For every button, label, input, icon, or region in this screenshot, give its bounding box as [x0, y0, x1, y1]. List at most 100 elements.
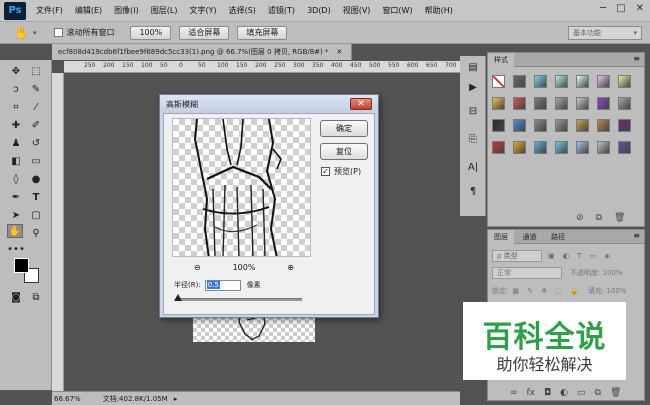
- crop-tool-icon[interactable]: ⌗: [8, 100, 24, 114]
- character-panel-icon[interactable]: A|: [465, 160, 481, 174]
- more-tools-icon[interactable]: •••: [7, 242, 25, 256]
- menu-select[interactable]: 选择(S): [229, 5, 256, 16]
- menu-help[interactable]: 帮助(H): [425, 5, 453, 16]
- lock-icons[interactable]: ▦ ✎ ✥ ⬚ 🔒: [512, 287, 582, 295]
- menu-file[interactable]: 文件(F): [36, 5, 63, 16]
- path-select-tool-icon[interactable]: ➤: [8, 208, 24, 222]
- blend-mode-select[interactable]: 正常: [492, 267, 562, 279]
- blur-tool-icon[interactable]: ◊: [8, 172, 24, 186]
- brush-tool-icon[interactable]: ✐: [28, 118, 44, 132]
- close-window-button[interactable]: ✕: [636, 3, 644, 14]
- dodge-tool-icon[interactable]: ●: [28, 172, 44, 186]
- style-swatch[interactable]: [576, 75, 589, 88]
- maximize-button[interactable]: □: [616, 3, 625, 14]
- style-swatch[interactable]: [618, 75, 631, 88]
- style-swatch[interactable]: [513, 141, 526, 154]
- fx-icon[interactable]: fx: [527, 388, 536, 398]
- fill-field[interactable]: 填充: 100%: [588, 286, 627, 296]
- new-style-icon[interactable]: ⧉: [596, 213, 602, 223]
- ok-button[interactable]: 确定: [320, 120, 368, 137]
- tab-layers[interactable]: 图层: [488, 230, 514, 244]
- eraser-tool-icon[interactable]: ◧: [8, 154, 24, 168]
- shape-tool-icon[interactable]: ▢: [28, 208, 44, 222]
- zoom-100-button[interactable]: 100%: [130, 25, 172, 40]
- style-swatch[interactable]: [534, 141, 547, 154]
- style-swatch[interactable]: [534, 75, 547, 88]
- new-layer-icon[interactable]: ⧉: [595, 388, 601, 398]
- menu-image[interactable]: 图像(I): [114, 5, 139, 16]
- minimize-button[interactable]: ─: [600, 3, 606, 14]
- style-swatch[interactable]: [576, 97, 589, 110]
- healing-brush-icon[interactable]: ✚: [8, 118, 24, 132]
- menu-layer[interactable]: 图层(L): [151, 5, 178, 16]
- history-brush-icon[interactable]: ↺: [28, 136, 44, 150]
- zoom-tool-icon[interactable]: ⚲: [28, 226, 44, 240]
- menu-filter[interactable]: 滤镜(T): [268, 5, 295, 16]
- menu-3d[interactable]: 3D(D): [307, 6, 331, 15]
- properties-panel-icon[interactable]: ⊟: [465, 104, 481, 118]
- new-group-icon[interactable]: ▭: [577, 388, 586, 398]
- dialog-close-button[interactable]: ✕: [350, 98, 372, 110]
- tab-paths[interactable]: 路径: [545, 231, 571, 243]
- menu-edit[interactable]: 编辑(E): [75, 5, 102, 16]
- pen-tool-icon[interactable]: ✒: [8, 190, 24, 204]
- style-swatch[interactable]: [513, 75, 526, 88]
- menu-type[interactable]: 文字(Y): [189, 5, 216, 16]
- workspace-select[interactable]: 基本功能 ▾: [568, 26, 642, 40]
- opacity-field[interactable]: 不透明度: 100%: [570, 268, 623, 278]
- style-swatch[interactable]: [618, 141, 631, 154]
- marquee-tool-icon[interactable]: ⬚: [28, 64, 44, 78]
- layer-filter-select[interactable]: ρ 类型: [492, 250, 542, 262]
- style-swatch[interactable]: [597, 75, 610, 88]
- panel-menu-icon[interactable]: ≡: [633, 54, 640, 63]
- style-swatch[interactable]: [597, 141, 610, 154]
- link-layers-icon[interactable]: ∞: [510, 388, 518, 398]
- clone-stamp-icon[interactable]: ♟: [8, 136, 24, 150]
- style-swatch[interactable]: [492, 97, 505, 110]
- zoom-out-icon[interactable]: ⊖: [194, 263, 201, 272]
- dialog-titlebar[interactable]: 高斯模糊 ✕: [160, 95, 378, 113]
- paragraph-panel-icon[interactable]: ¶: [465, 184, 481, 198]
- actions-panel-icon[interactable]: ▶: [465, 80, 481, 94]
- radius-slider-track[interactable]: [178, 298, 302, 301]
- delete-style-icon[interactable]: 🗑: [614, 213, 625, 223]
- clone-source-panel-icon[interactable]: ⎘: [465, 132, 481, 146]
- close-tab-icon[interactable]: ✕: [337, 48, 343, 56]
- add-mask-icon[interactable]: ◘: [544, 388, 551, 398]
- blur-preview[interactable]: [172, 118, 311, 257]
- style-swatch-none[interactable]: [492, 75, 505, 88]
- style-swatch[interactable]: [513, 119, 526, 132]
- style-swatch[interactable]: [618, 97, 631, 110]
- status-zoom[interactable]: 66.67%: [54, 395, 81, 403]
- menu-window[interactable]: 窗口(W): [382, 5, 412, 16]
- foreground-color-swatch[interactable]: [14, 258, 29, 273]
- tab-channels[interactable]: 通道: [517, 231, 543, 243]
- style-swatch[interactable]: [576, 119, 589, 132]
- hand-tool-icon[interactable]: ✋: [14, 26, 29, 40]
- delete-layer-icon[interactable]: 🗑: [610, 388, 621, 398]
- style-swatch[interactable]: [513, 97, 526, 110]
- style-swatch[interactable]: [576, 141, 589, 154]
- style-swatch[interactable]: [555, 119, 568, 132]
- style-swatch[interactable]: [492, 119, 505, 132]
- style-swatch[interactable]: [597, 97, 610, 110]
- eyedropper-tool-icon[interactable]: ⁄: [28, 100, 44, 114]
- status-menu-arrow-icon[interactable]: ▸: [174, 395, 178, 403]
- style-swatch[interactable]: [555, 97, 568, 110]
- fit-screen-button[interactable]: 适合屏幕: [179, 25, 230, 40]
- style-swatch[interactable]: [534, 97, 547, 110]
- scroll-all-windows-checkbox[interactable]: [54, 28, 64, 37]
- clear-style-icon[interactable]: ⊘: [576, 213, 584, 223]
- zoom-in-icon[interactable]: ⊕: [287, 263, 294, 272]
- move-tool-icon[interactable]: ✥: [8, 64, 24, 78]
- screen-mode-icon[interactable]: ⧉: [28, 290, 44, 304]
- history-panel-icon[interactable]: ▤: [465, 60, 481, 74]
- radius-slider-thumb[interactable]: [174, 294, 182, 301]
- gradient-tool-icon[interactable]: ▭: [28, 154, 44, 168]
- menu-view[interactable]: 视图(V): [343, 5, 371, 16]
- fill-screen-button[interactable]: 填充屏幕: [237, 25, 288, 40]
- quick-select-tool-icon[interactable]: ✎: [28, 82, 44, 96]
- filter-icons[interactable]: ▣ ◐ T ▭ ◈: [548, 252, 613, 260]
- preview-checkbox[interactable]: ✓: [321, 167, 330, 176]
- hand-tool-active-icon[interactable]: ✋: [7, 224, 23, 238]
